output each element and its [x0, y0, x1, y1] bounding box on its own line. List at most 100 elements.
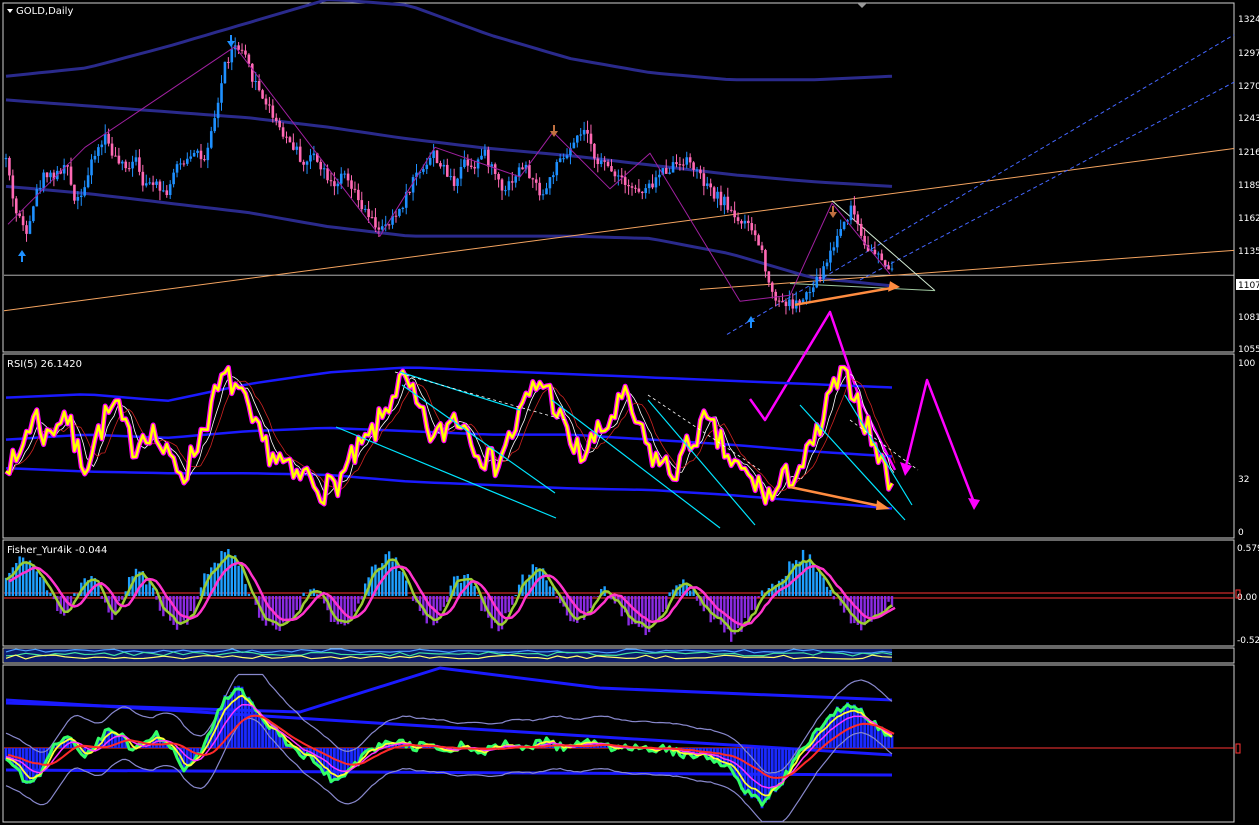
- trading-chart: GOLD,Daily RSI(5) 26.1420 Fisher_Yur4ik …: [0, 0, 1259, 825]
- candle: [4, 157, 8, 160]
- candle: [658, 174, 661, 178]
- candle: [617, 175, 620, 177]
- fisher-bar: [401, 571, 405, 596]
- fisher-bar: [743, 596, 747, 618]
- oscillator-histogram-bar: [863, 715, 867, 748]
- candle: [487, 149, 490, 167]
- candle: [671, 162, 675, 173]
- fisher-bar: [815, 571, 818, 596]
- fisher-bar: [586, 596, 589, 612]
- candle: [281, 127, 285, 137]
- candle: [422, 169, 425, 172]
- candle: [319, 161, 323, 170]
- fisher-bar: [357, 596, 360, 604]
- candle: [774, 291, 777, 301]
- candle: [107, 133, 110, 144]
- candle: [363, 208, 367, 210]
- fisher-tick: -0.52: [1237, 636, 1259, 646]
- candle: [90, 159, 93, 176]
- fisher-bar: [45, 590, 49, 596]
- fisher-bar: [292, 596, 295, 619]
- candle: [832, 247, 836, 251]
- candle: [582, 129, 586, 135]
- candle: [651, 183, 654, 188]
- oscillator-histogram-bar: [876, 728, 880, 748]
- fisher-bar: [514, 595, 517, 596]
- candle: [278, 120, 281, 128]
- candle: [295, 146, 299, 150]
- fisher-bar: [213, 562, 216, 596]
- candle: [829, 250, 832, 263]
- oscillator-histogram-bar: [784, 748, 788, 773]
- candle: [449, 176, 453, 178]
- current-price-label: 1107: [1238, 281, 1259, 291]
- candle: [877, 253, 880, 255]
- fisher-bar: [825, 586, 829, 596]
- candle: [517, 167, 521, 177]
- candle: [203, 159, 206, 161]
- fisher-bar: [644, 596, 647, 636]
- fisher-bar: [237, 565, 240, 596]
- fisher-bar: [832, 596, 836, 600]
- candle: [534, 179, 538, 183]
- candle: [856, 214, 860, 224]
- candle: [541, 194, 545, 196]
- candle: [110, 143, 114, 156]
- candle: [466, 159, 470, 166]
- candle: [603, 160, 606, 162]
- candle: [647, 183, 651, 189]
- fisher-tick: 0.579: [1237, 544, 1259, 554]
- candle: [685, 157, 689, 165]
- fisher-bar: [589, 596, 593, 609]
- candle: [538, 182, 541, 196]
- candle: [682, 164, 685, 166]
- fisher-bar: [230, 556, 233, 596]
- fisher-bar: [818, 571, 822, 596]
- candle: [398, 208, 401, 216]
- candle: [100, 144, 104, 148]
- candle: [883, 260, 887, 266]
- price-tick: 1270: [1238, 82, 1259, 92]
- fisher-bar: [658, 596, 661, 620]
- candle: [127, 168, 131, 170]
- price-tick: 1055: [1238, 345, 1259, 355]
- candle: [45, 172, 49, 178]
- oscillator-histogram-bar: [233, 686, 237, 748]
- candle: [312, 153, 316, 156]
- price-panel-title: GOLD,Daily: [16, 6, 73, 17]
- candle: [168, 184, 172, 196]
- candle: [842, 221, 846, 230]
- candle: [329, 180, 333, 182]
- fisher-bar: [151, 587, 155, 596]
- candle: [175, 164, 179, 173]
- candle: [705, 183, 709, 186]
- candle: [839, 229, 842, 236]
- candle: [114, 155, 117, 157]
- candle: [179, 163, 182, 165]
- candle: [500, 179, 504, 191]
- candle: [333, 181, 336, 187]
- candle: [890, 268, 894, 270]
- candle: [394, 215, 398, 217]
- fisher-bar: [302, 592, 305, 596]
- candle: [309, 155, 312, 162]
- candle: [439, 163, 442, 167]
- candle: [305, 161, 309, 165]
- fisher-bar: [753, 596, 757, 610]
- candle: [805, 292, 808, 300]
- price-tick: 1135: [1238, 247, 1259, 257]
- candle: [552, 175, 555, 178]
- candle: [196, 150, 199, 153]
- candle: [21, 216, 25, 226]
- candle: [599, 160, 603, 165]
- fisher-bar: [863, 596, 866, 626]
- fisher-panel-title: Fisher_Yur4ik -0.044: [7, 545, 107, 556]
- candle: [514, 176, 518, 183]
- fisher-bar: [288, 596, 292, 622]
- candle: [770, 282, 774, 292]
- candle: [510, 181, 514, 183]
- price-tick: 1324: [1238, 15, 1259, 25]
- candle: [815, 276, 819, 288]
- candle: [784, 301, 788, 307]
- candle: [558, 158, 562, 163]
